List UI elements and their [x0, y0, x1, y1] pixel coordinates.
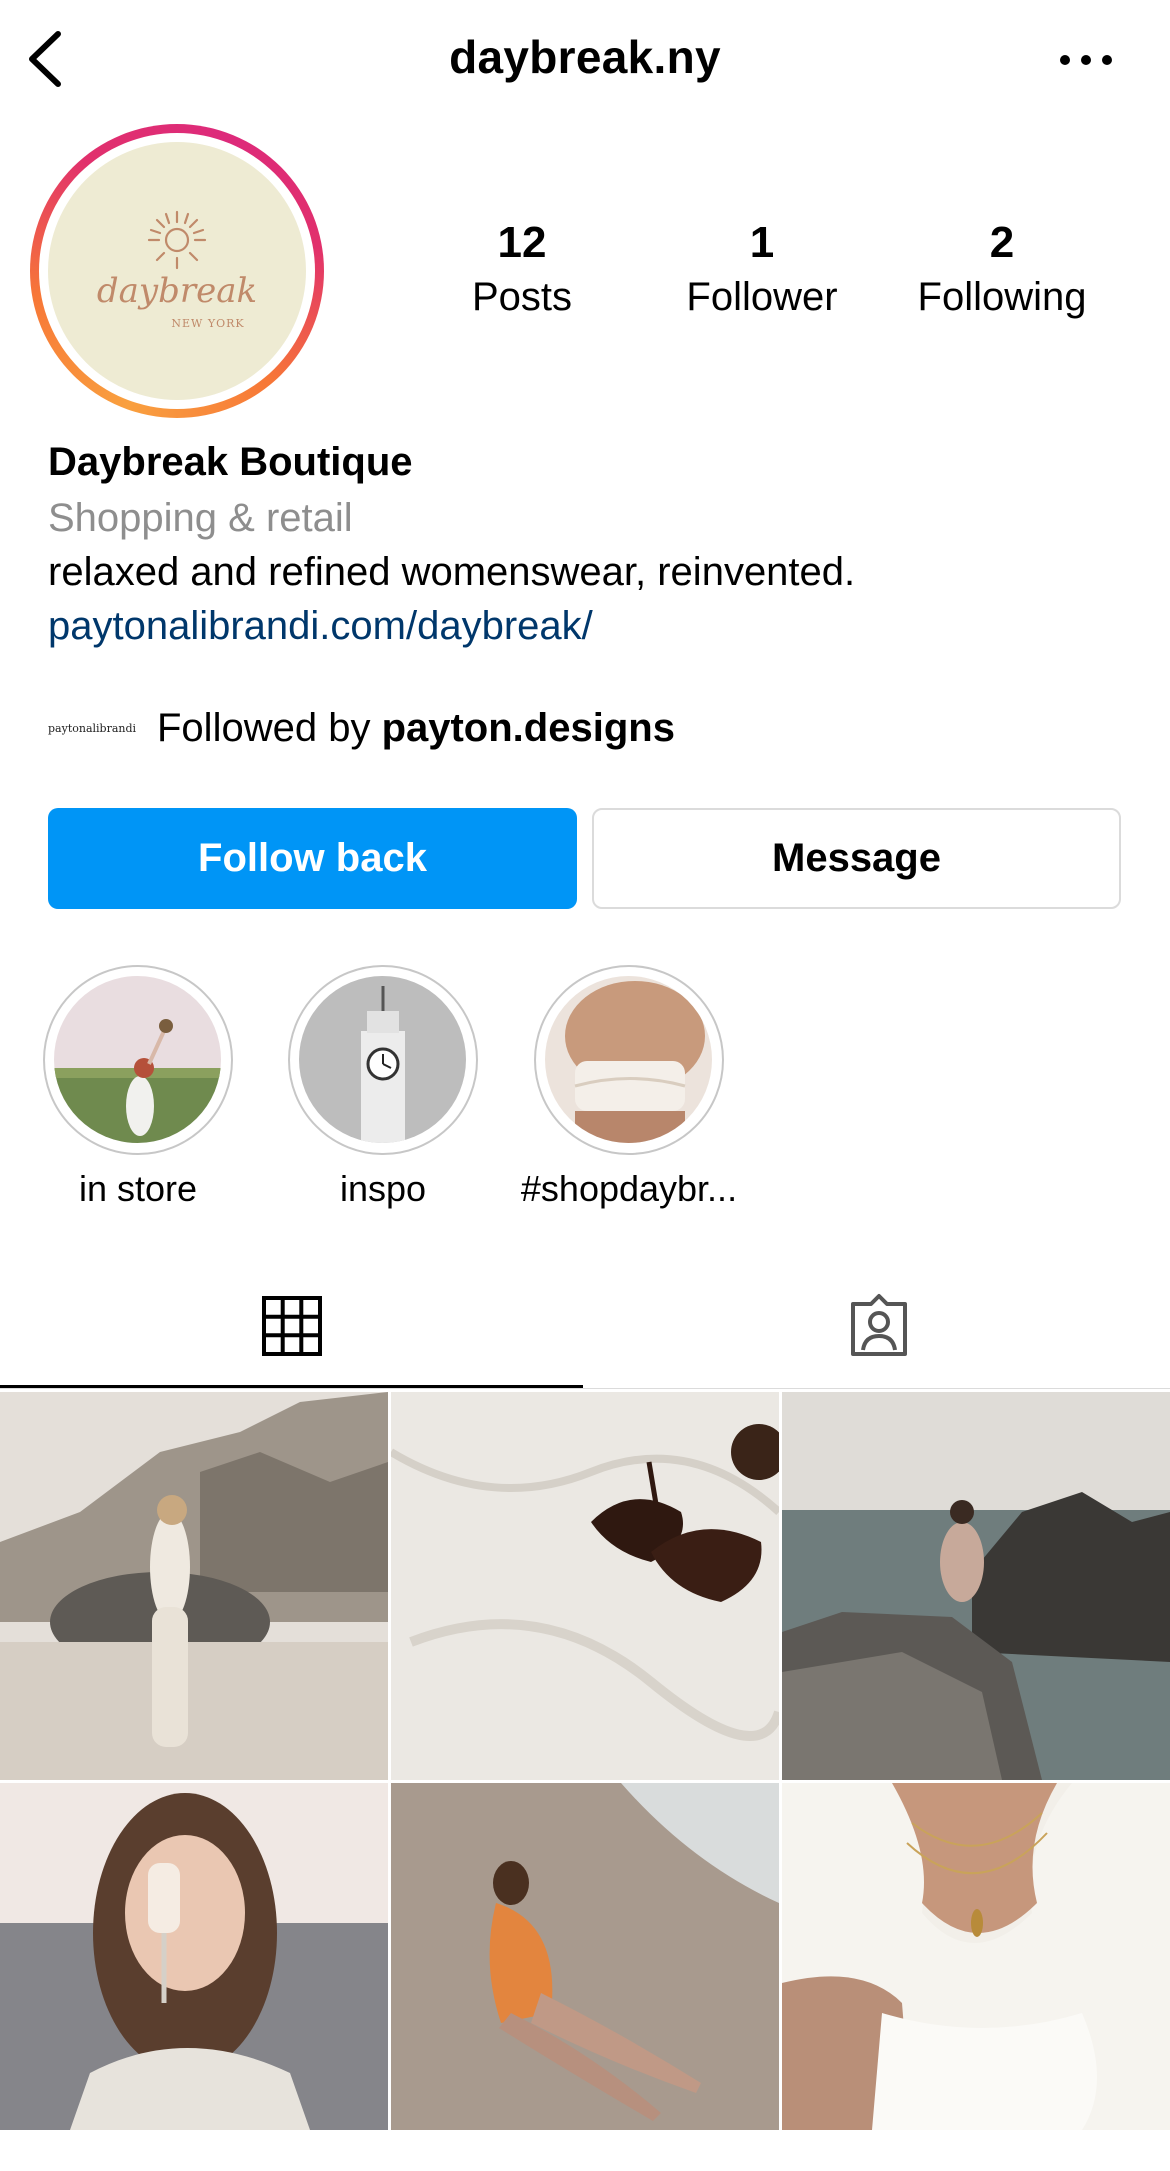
posts-count[interactable]: 12 Posts	[402, 218, 642, 322]
post-thumbnail[interactable]	[0, 1783, 388, 2171]
profile-username: daybreak.ny	[449, 31, 721, 83]
profile-website-link[interactable]: paytonalibrandi.com/daybreak/	[48, 604, 593, 649]
followed-by-text[interactable]: Followed by payton.designs	[157, 706, 675, 751]
highlight-cover-image	[545, 976, 712, 1143]
follow-back-button[interactable]: Follow back	[48, 808, 577, 909]
profile-display-name: Daybreak Boutique	[48, 440, 413, 484]
more-options-button[interactable]	[1056, 40, 1116, 80]
post-thumbnail[interactable]	[782, 1783, 1170, 2171]
post-thumbnail[interactable]	[391, 1783, 779, 2171]
followed-by-avatar[interactable]: paytonalibrandi	[48, 722, 136, 742]
grid-icon	[262, 1296, 322, 1356]
svg-text:daybreak: daybreak	[97, 271, 257, 311]
post-image	[391, 1783, 779, 2130]
highlight-inspo[interactable]	[288, 965, 478, 1155]
profile-bio: relaxed and refined womenswear, reinvent…	[48, 550, 856, 594]
post-thumbnail[interactable]	[782, 1392, 1170, 1780]
highlight-cover-image	[299, 976, 466, 1143]
following-count[interactable]: 2 Following	[882, 218, 1122, 322]
post-image	[782, 1392, 1170, 1780]
followers-count[interactable]: 1 Follower	[642, 218, 882, 322]
post-image	[782, 1783, 1170, 2130]
tagged-person-icon	[851, 1294, 907, 1356]
active-tab-indicator	[0, 1385, 583, 1388]
highlight-label: in store	[78, 1168, 198, 1209]
post-thumbnail[interactable]	[0, 1392, 388, 1780]
tab-posts-grid[interactable]	[0, 1278, 585, 1388]
highlight-cover-image	[54, 976, 221, 1143]
svg-text:NEW YORK: NEW YORK	[171, 317, 244, 330]
post-image	[391, 1392, 779, 1780]
highlight-label: inspo	[339, 1168, 427, 1209]
daybreak-logo: daybreak NEW YORK	[97, 210, 257, 330]
post-image	[0, 1392, 388, 1780]
tab-tagged[interactable]	[585, 1278, 1170, 1388]
post-image	[0, 1783, 388, 2130]
message-button[interactable]: Message	[592, 808, 1121, 909]
profile-category: Shopping & retail	[48, 496, 353, 540]
highlight-shopdaybreak[interactable]	[534, 965, 724, 1155]
post-thumbnail[interactable]	[391, 1392, 779, 1780]
avatar-story-ring[interactable]: daybreak NEW YORK	[30, 124, 324, 418]
avatar: daybreak NEW YORK	[48, 142, 306, 400]
highlight-in-store[interactable]	[43, 965, 233, 1155]
more-dots-icon	[1060, 55, 1112, 65]
followed-by-account: payton.designs	[381, 706, 675, 750]
highlight-label: #shopdaybr...	[520, 1168, 738, 1209]
